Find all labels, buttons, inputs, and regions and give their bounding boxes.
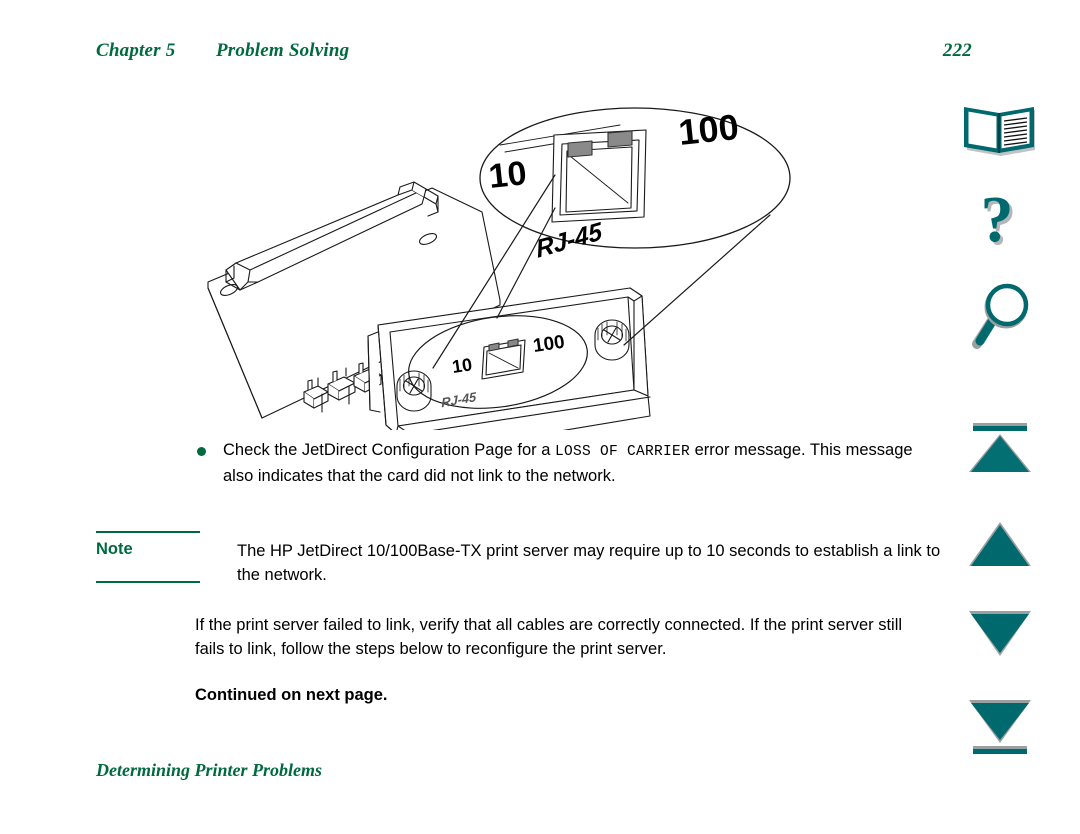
port-led-10-label: 10 — [451, 354, 474, 377]
note-rule-bottom — [96, 581, 200, 583]
page-header: Chapter 5 Problem Solving 222 — [96, 40, 980, 70]
rj45-port-small — [481, 338, 526, 380]
bullet-item: Check the JetDirect Configuration Page f… — [96, 438, 946, 512]
chapter-label: Chapter 5 — [96, 40, 176, 61]
next-page-icon[interactable] — [950, 608, 1050, 665]
body-paragraph: If the print server failed to link, veri… — [195, 616, 903, 658]
port-led-100-label: 100 — [532, 332, 566, 357]
note-block: Note The HP JetDirect 10/100Base-TX prin… — [96, 531, 946, 587]
magnified-led-10-label: 10 — [487, 154, 529, 196]
page-footer: Determining Printer Problems — [96, 760, 323, 780]
search-magnifier-icon[interactable] — [950, 278, 1050, 361]
note-rule-top — [96, 531, 200, 533]
help-question-icon[interactable]: ? ? — [950, 188, 1050, 271]
last-page-icon[interactable] — [950, 698, 1050, 761]
magnified-led-100-label: 100 — [677, 106, 741, 153]
bullet-dot-icon — [197, 447, 206, 456]
error-code-text: LOSS OF CARRIER — [555, 444, 691, 460]
thumbscrew-right — [594, 319, 630, 361]
navigation-icon-rail: ? ? — [940, 100, 1060, 760]
bullet-text: Check the JetDirect Configuration Page f… — [223, 438, 913, 488]
note-text: The HP JetDirect 10/100Base-TX print ser… — [237, 542, 941, 584]
thumbscrew-left — [396, 370, 432, 412]
page-content: Check the JetDirect Configuration Page f… — [96, 438, 946, 705]
rj45-port-magnified — [551, 129, 647, 223]
continued-on-next-page-text: Continued on next page. — [195, 686, 388, 704]
first-page-icon[interactable] — [950, 422, 1050, 485]
jetdirect-card-illustration: 10 100 RJ-45 10 100 RJ-45 — [200, 100, 820, 430]
svg-text:?: ? — [981, 188, 1014, 256]
page-number: 222 — [942, 40, 972, 61]
bullet-text-before: Check the JetDirect Configuration Page f… — [223, 441, 556, 459]
previous-page-icon[interactable] — [950, 520, 1050, 577]
contents-book-icon[interactable] — [950, 100, 1050, 165]
chapter-title: Problem Solving — [216, 40, 350, 61]
note-label: Note — [96, 540, 133, 558]
